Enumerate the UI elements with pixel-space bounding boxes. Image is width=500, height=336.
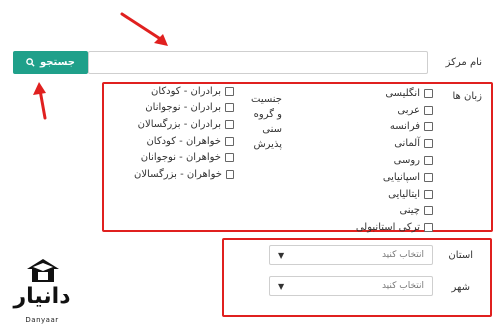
city-label: شهر bbox=[451, 282, 470, 293]
search-button-label: جستجو bbox=[40, 57, 75, 68]
checkbox[interactable] bbox=[225, 119, 234, 129]
checkbox[interactable] bbox=[424, 122, 433, 132]
group-option[interactable]: خواهران - کودکان bbox=[134, 133, 234, 150]
language-option[interactable]: چینی bbox=[343, 203, 433, 220]
group-option[interactable]: برادران - بزرگسالان bbox=[134, 116, 234, 133]
province-label: استان bbox=[448, 250, 473, 261]
checkbox[interactable] bbox=[424, 172, 433, 182]
brand-logo: دانیار Danyaar bbox=[6, 258, 78, 334]
checkbox[interactable] bbox=[225, 153, 234, 163]
city-select[interactable]: انتخاب کنید ▼ bbox=[269, 276, 433, 296]
chevron-down-icon: ▼ bbox=[278, 281, 285, 291]
checkbox[interactable] bbox=[424, 139, 433, 149]
annotation-arrow-top bbox=[120, 12, 168, 46]
province-select[interactable]: انتخاب کنید ▼ bbox=[269, 245, 433, 265]
checkbox[interactable] bbox=[424, 223, 433, 233]
languages-list: انگلیسی عربی فرانسه آلمانی روسی اسپانیای… bbox=[343, 85, 433, 236]
checkbox[interactable] bbox=[225, 136, 234, 146]
city-select-value: انتخاب کنید bbox=[381, 281, 424, 291]
language-option[interactable]: اسپانیایی bbox=[343, 169, 433, 186]
groups-list: برادران - کودکان برادران - نوجوانان براد… bbox=[134, 83, 234, 183]
group-option[interactable]: برادران - کودکان bbox=[134, 83, 234, 100]
checkbox[interactable] bbox=[424, 88, 433, 98]
language-option[interactable]: عربی bbox=[343, 102, 433, 119]
checkbox[interactable] bbox=[225, 169, 234, 179]
checkbox[interactable] bbox=[424, 206, 433, 216]
checkbox[interactable] bbox=[225, 86, 234, 96]
chevron-down-icon: ▼ bbox=[278, 250, 285, 260]
language-option[interactable]: ترکی استانبولی bbox=[343, 219, 433, 236]
logo-text: دانیار bbox=[13, 284, 71, 309]
province-select-value: انتخاب کنید bbox=[381, 250, 424, 260]
language-option[interactable]: روسی bbox=[343, 152, 433, 169]
center-name-label: نام مرکز bbox=[445, 57, 482, 68]
center-name-input[interactable] bbox=[88, 51, 428, 74]
search-icon bbox=[26, 58, 35, 67]
checkbox[interactable] bbox=[424, 105, 433, 115]
group-option[interactable]: خواهران - نوجوانان bbox=[134, 149, 234, 166]
language-option[interactable]: فرانسه bbox=[343, 119, 433, 136]
graduation-cap-house-icon bbox=[27, 259, 59, 282]
gender-age-label: جنسیت و گروه سنی پذیرش bbox=[251, 94, 282, 150]
checkbox[interactable] bbox=[424, 156, 433, 166]
languages-label: زبان ها bbox=[452, 91, 482, 102]
language-option[interactable]: ایتالیایی bbox=[343, 186, 433, 203]
language-option[interactable]: آلمانی bbox=[343, 135, 433, 152]
annotation-arrow-left bbox=[33, 82, 47, 120]
group-option[interactable]: خواهران - بزرگسالان bbox=[134, 166, 234, 183]
search-button[interactable]: جستجو bbox=[13, 51, 88, 74]
language-option[interactable]: انگلیسی bbox=[343, 85, 433, 102]
logo-subtext: Danyaar bbox=[25, 316, 59, 324]
group-option[interactable]: برادران - نوجوانان bbox=[134, 100, 234, 117]
checkbox[interactable] bbox=[424, 189, 433, 199]
checkbox[interactable] bbox=[225, 103, 234, 113]
